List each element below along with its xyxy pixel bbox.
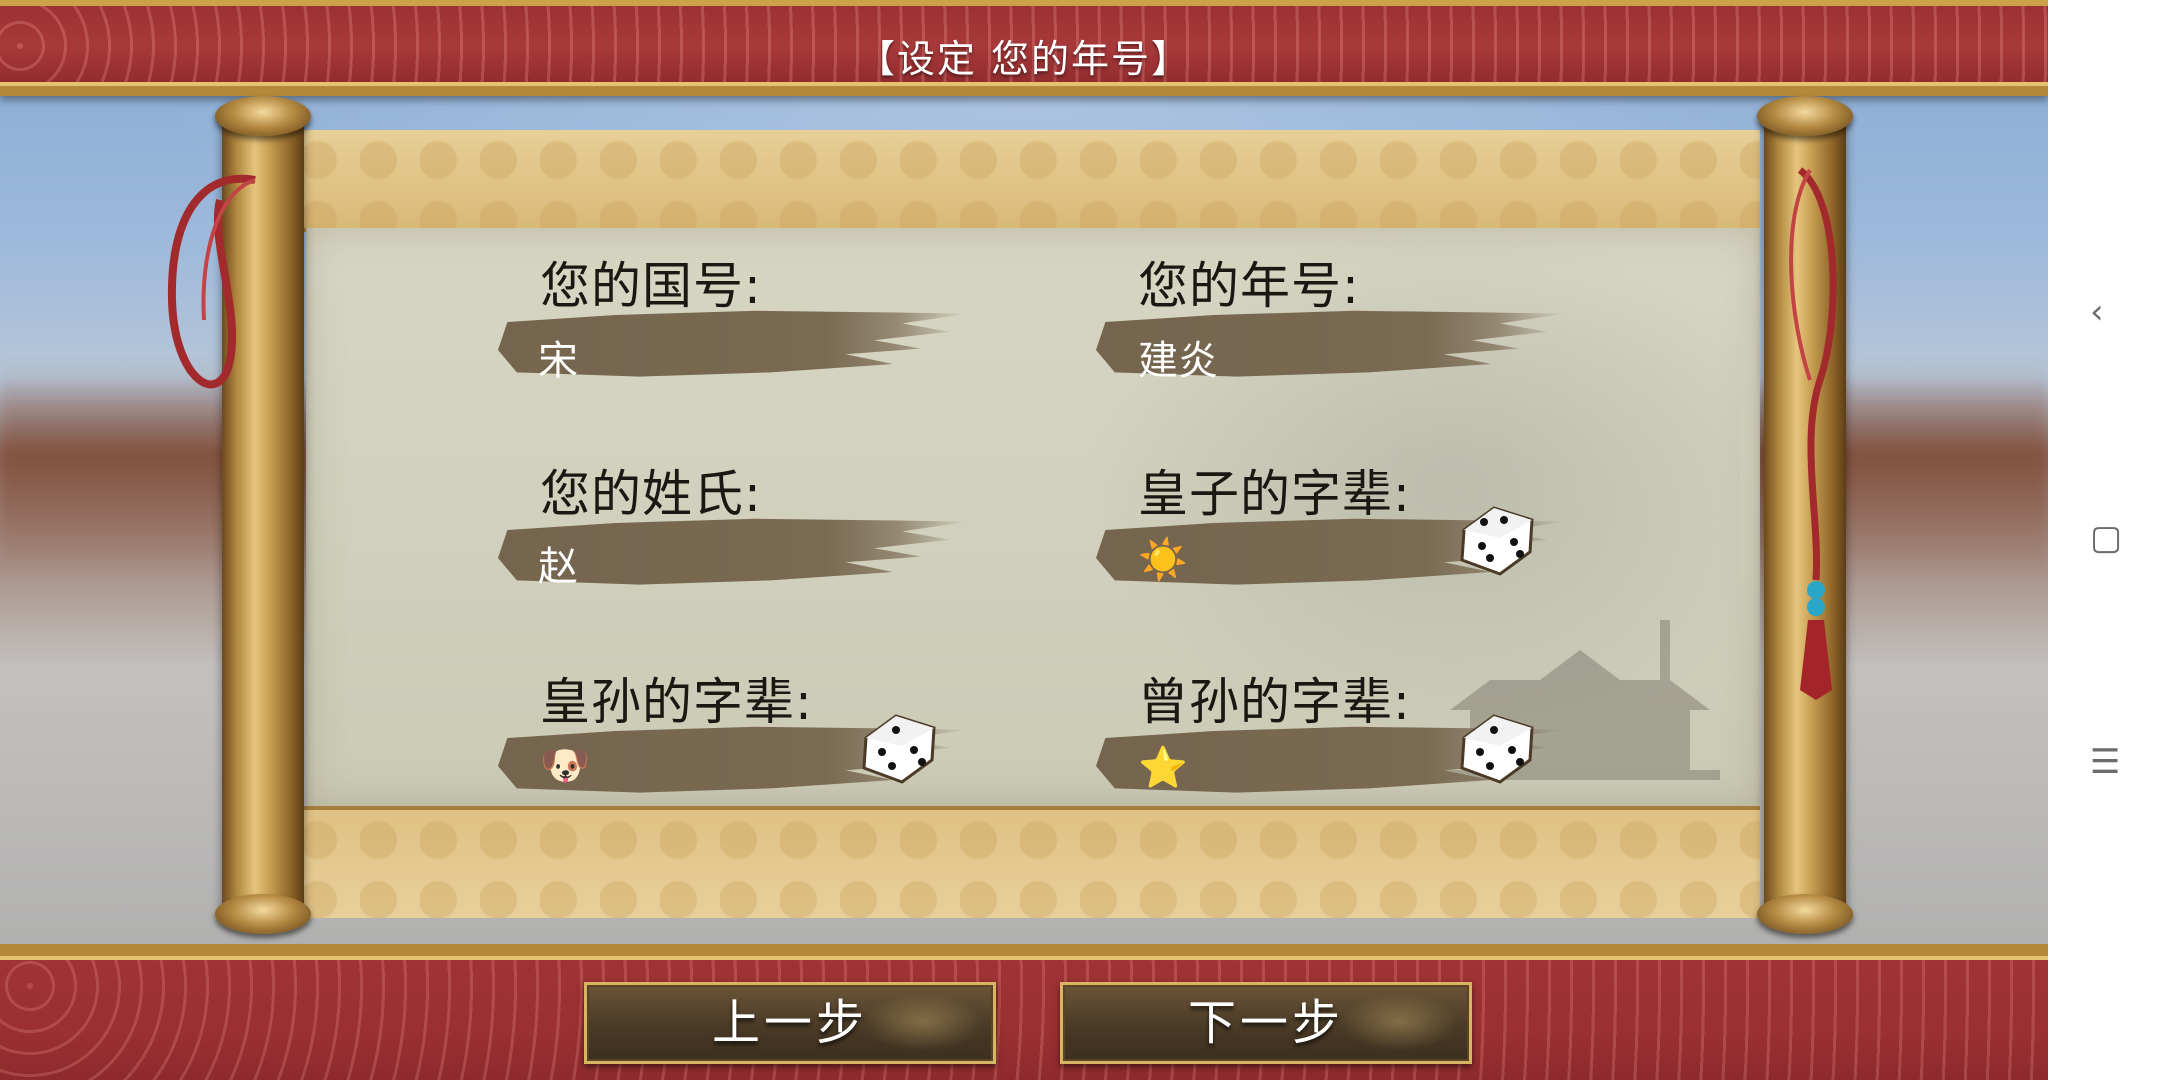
page-title: 【设定 您的年号】 — [856, 37, 1192, 81]
scroll-left-cap-top — [215, 96, 311, 136]
great-grandson-generation-value[interactable]: ⭐ — [1138, 744, 1188, 791]
back-icon[interactable]: ‹ — [2090, 292, 2104, 332]
era-value[interactable]: 建炎 — [1138, 328, 1218, 386]
prince-generation-label: 皇子的字辈: — [1138, 465, 1411, 523]
previous-step-button[interactable]: 上一步 — [584, 982, 996, 1064]
left-cord-decoration — [167, 174, 256, 389]
scroll-left-cap-bottom — [215, 894, 311, 934]
dragon-ornament-icon — [1339, 993, 1459, 1051]
next-step-button[interactable]: 下一步 — [1060, 982, 1472, 1064]
scroll-top-border — [300, 130, 1760, 232]
dice-icon[interactable] — [1454, 708, 1540, 786]
dragon-ornament-icon — [863, 993, 983, 1051]
scroll-right-cap-top — [1757, 96, 1853, 136]
scroll-bottom-border — [300, 806, 1760, 918]
right-tassel-decoration — [1789, 167, 1837, 700]
previous-step-label: 上一步 — [711, 995, 868, 1051]
surname-value[interactable]: 赵 — [538, 534, 578, 592]
dice-icon[interactable] — [1454, 500, 1540, 578]
next-step-label: 下一步 — [1187, 995, 1344, 1051]
scroll-right-cap-bottom — [1757, 894, 1853, 934]
surname-label: 您的姓氏: — [540, 465, 762, 523]
game-screen: 【设定 您的年号】 您的国号: 宋 您的年号: 建炎 您的姓氏: 赵 皇子的字辈… — [0, 0, 2048, 1080]
dice-icon[interactable] — [856, 708, 942, 786]
home-icon[interactable]: ▢ — [2090, 518, 2122, 558]
prince-generation-value[interactable]: ☀️ — [1138, 536, 1188, 583]
country-value[interactable]: 宋 — [538, 328, 578, 386]
great-grandson-generation-label: 曾孙的字辈: — [1138, 673, 1411, 731]
top-banner: 【设定 您的年号】 — [0, 0, 2048, 96]
grandson-generation-label: 皇孙的字辈: — [540, 673, 813, 731]
era-label: 您的年号: — [1138, 257, 1360, 315]
bottom-banner — [0, 944, 2048, 1080]
grandson-generation-value[interactable]: 🐶 — [540, 742, 590, 789]
country-label: 您的国号: — [540, 257, 762, 315]
menu-icon[interactable]: ☰ — [2090, 742, 2120, 782]
